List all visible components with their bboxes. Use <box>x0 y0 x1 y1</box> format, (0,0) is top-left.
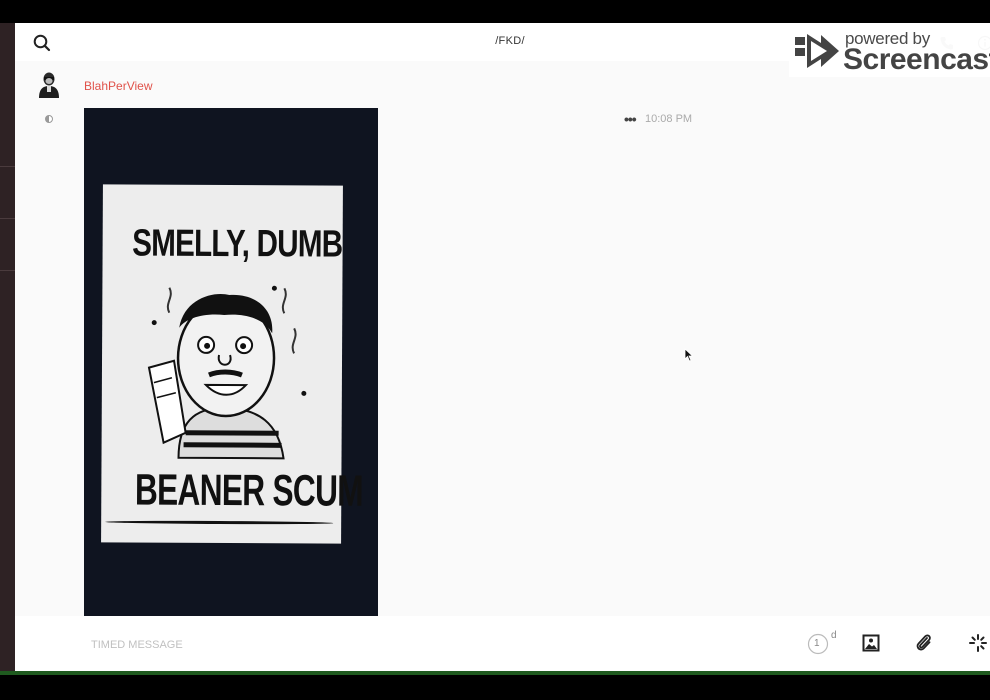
message-image-attachment[interactable]: SMELLY, DUMB BEANER SCUM <box>84 108 378 617</box>
image-icon[interactable] <box>862 634 880 652</box>
timer-value: 1 <box>814 638 820 649</box>
watermark-brand-text: Screencastify <box>843 43 990 76</box>
poster-underline <box>105 520 334 525</box>
message-timestamp: 10:08 PM <box>645 113 693 125</box>
poster-headline-top: SMELLY, DUMB <box>132 222 343 266</box>
screencastify-logo-icon <box>793 31 841 76</box>
poster-illustration <box>147 285 307 460</box>
chat-window: /FKD/ powered by Screencastify <box>15 23 990 671</box>
timed-message-input[interactable] <box>89 630 693 660</box>
sidebar-divider <box>0 218 15 219</box>
poster-image: SMELLY, DUMB BEANER SCUM <box>101 184 364 544</box>
screencastify-watermark: powered by Screencastify <box>789 23 990 77</box>
sparkle-icon[interactable] <box>968 633 988 653</box>
timer-button[interactable]: 1 d <box>807 630 837 655</box>
left-sidebar-strip <box>0 23 15 671</box>
status-indicator-icon <box>45 115 53 123</box>
paperclip-icon[interactable] <box>915 633 933 653</box>
message-composer: 1 d <box>15 616 990 671</box>
sidebar-divider <box>0 270 15 271</box>
sidebar-divider <box>0 166 15 167</box>
mouse-cursor-icon <box>684 348 694 362</box>
poster-headline-bottom: BEANER SCUM <box>134 465 364 516</box>
avatar[interactable] <box>37 71 61 98</box>
message-author[interactable]: BlahPerView <box>84 79 152 93</box>
bottom-accent-bar <box>0 671 990 675</box>
message-menu-button[interactable]: ••• <box>624 111 637 127</box>
timer-unit: d <box>831 630 837 641</box>
